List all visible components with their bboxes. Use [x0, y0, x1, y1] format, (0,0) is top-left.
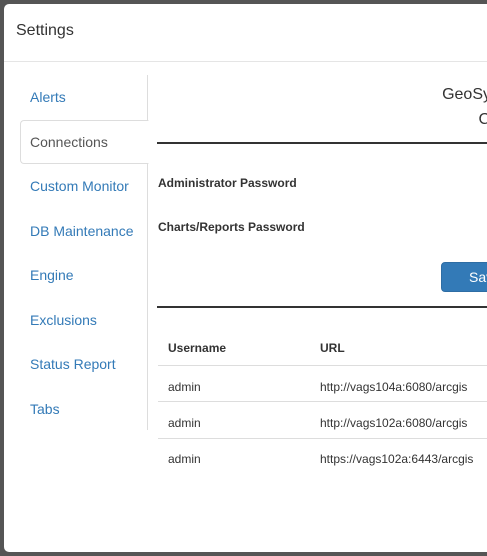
cell-url: http://vags102a:6080/arcgis [320, 416, 468, 430]
save-button[interactable]: Save [441, 262, 487, 292]
cell-username: admin [168, 452, 201, 466]
cell-username: admin [168, 380, 201, 394]
section-divider [157, 142, 487, 144]
nav-item-custom-monitor[interactable]: Custom Monitor [20, 164, 148, 208]
cell-username: admin [168, 416, 201, 430]
nav-item-connections[interactable]: Connections [20, 120, 149, 164]
connections-panel: GeoSys Co Administrator Password Charts/… [157, 62, 487, 552]
row-separator [158, 438, 487, 439]
panel-heading: GeoSys [442, 86, 487, 103]
panel-subheading: Co [478, 111, 487, 128]
column-header-username: Username [168, 341, 227, 355]
nav-item-exclusions[interactable]: Exclusions [20, 298, 148, 342]
reports-password-label: Charts/Reports Password [158, 220, 305, 234]
admin-password-label: Administrator Password [158, 176, 297, 190]
nav-item-alerts[interactable]: Alerts [20, 75, 148, 119]
modal-header: Settings [4, 4, 487, 62]
section-divider [157, 306, 487, 308]
cell-url: https://vags102a:6443/arcgis [320, 452, 474, 466]
column-header-url: URL [320, 341, 345, 355]
settings-nav: Alerts Connections Custom Monitor DB Mai… [20, 75, 149, 431]
row-separator [158, 401, 487, 402]
nav-item-db-maintenance[interactable]: DB Maintenance [20, 209, 148, 253]
modal-title: Settings [16, 22, 74, 39]
header-separator [158, 365, 487, 366]
nav-item-engine[interactable]: Engine [20, 253, 148, 297]
nav-item-status-report[interactable]: Status Report [20, 342, 148, 386]
settings-modal: Settings Alerts Connections Custom Monit… [4, 4, 487, 552]
nav-item-tabs[interactable]: Tabs [20, 387, 148, 431]
cell-url: http://vags104a:6080/arcgis [320, 380, 468, 394]
